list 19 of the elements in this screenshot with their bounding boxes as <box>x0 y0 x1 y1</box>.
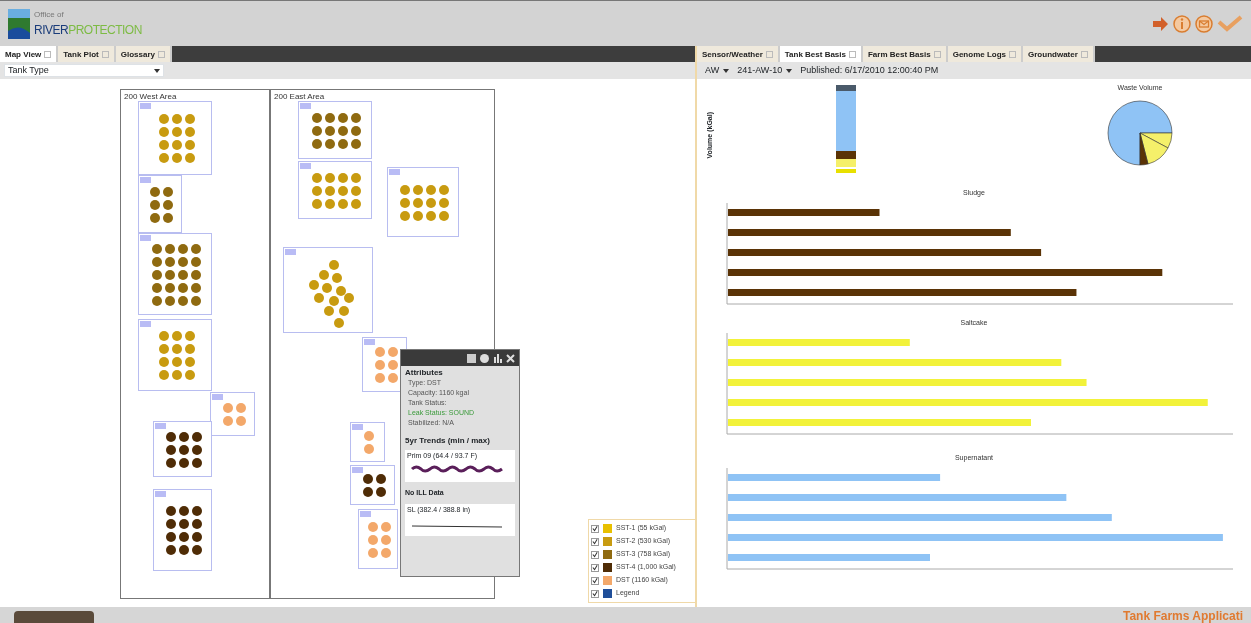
area-label: 200 West Area <box>124 91 177 103</box>
tab[interactable]: Groundwater <box>1023 46 1095 62</box>
tank-type-dropdown[interactable]: Tank Type <box>4 64 164 77</box>
area-label: 200 East Area <box>274 91 325 103</box>
tab[interactable]: Map View <box>0 46 59 62</box>
section-heading: 5yr Trends (min / max) <box>405 436 491 446</box>
section-heading: Attributes <box>405 368 444 378</box>
logo-subtitle: Office of <box>34 8 65 21</box>
app-title: Tank Farms Applicati <box>1122 609 1243 623</box>
tab[interactable]: Sensor/Weather <box>697 46 780 62</box>
tab[interactable]: Genome Logs <box>947 46 1024 62</box>
farm-dropdown[interactable]: AW <box>705 63 730 78</box>
tab[interactable]: Tank Plot <box>58 46 116 62</box>
tab[interactable]: Farm Best Basis <box>863 46 948 62</box>
logo-text: RIVERPROTECTION <box>34 21 142 39</box>
tab[interactable]: Glossary <box>115 46 172 62</box>
tank-dropdown[interactable]: 241-AW-10 <box>737 63 793 78</box>
published-date: Published: 6/17/2010 12:00:40 PM <box>800 63 939 77</box>
tab[interactable]: Tank Best Basis <box>779 46 863 62</box>
